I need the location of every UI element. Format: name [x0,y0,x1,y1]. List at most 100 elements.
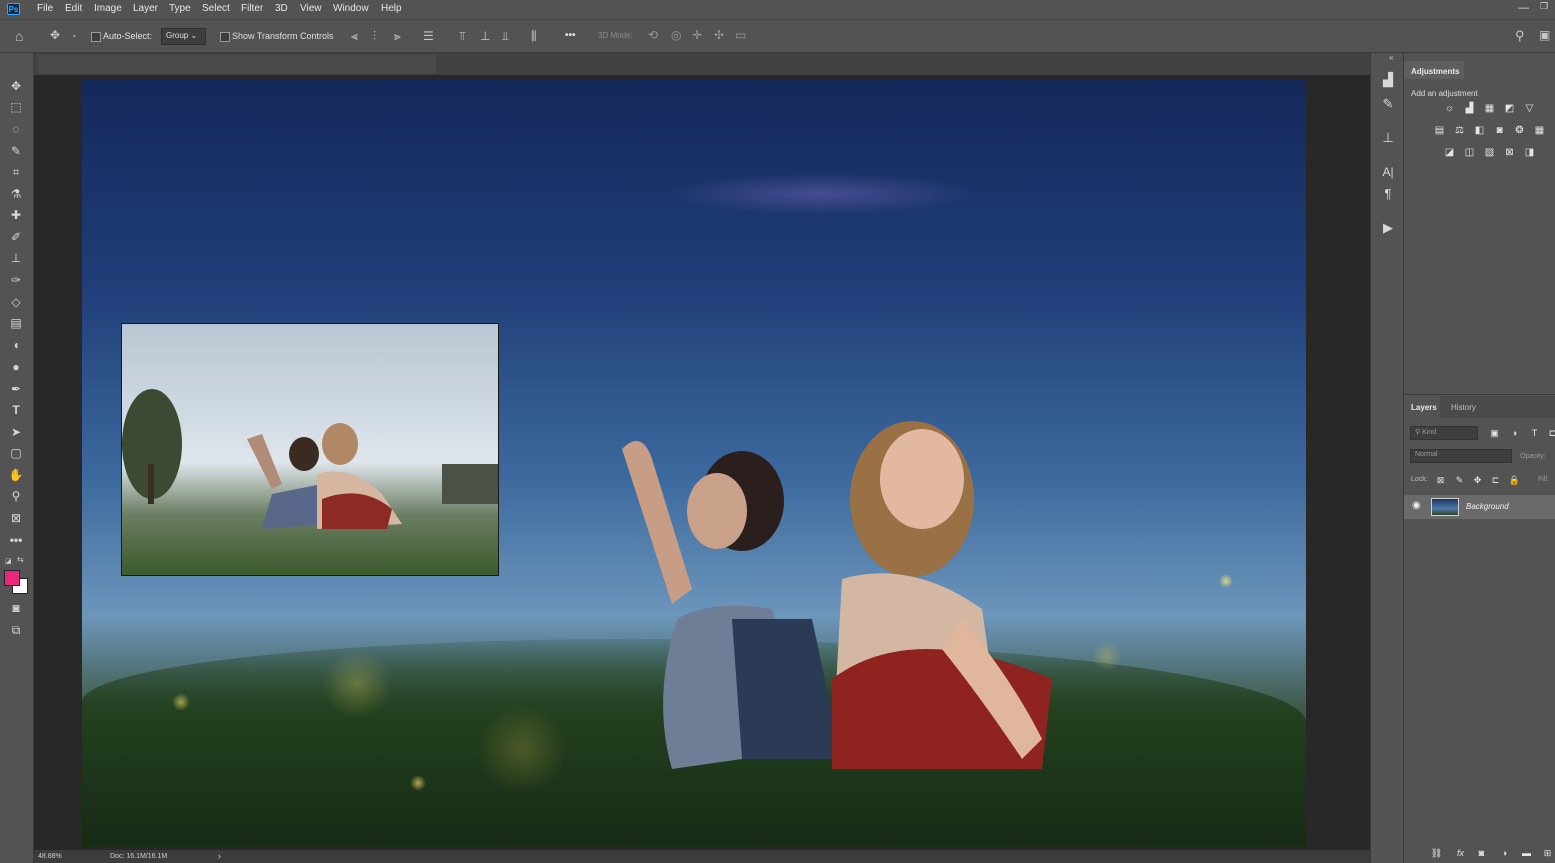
quick-mask-icon[interactable]: ◙ [6,599,26,617]
eraser-tool-icon[interactable]: ◇ [6,293,26,311]
dodge-tool-icon[interactable]: ● [6,358,26,376]
black-white-icon[interactable]: ◧ [1473,125,1486,137]
threshold-icon[interactable]: ▨ [1483,147,1496,159]
menu-help[interactable]: Help [381,3,402,14]
levels-icon[interactable]: ▟ [1463,103,1476,115]
character-icon[interactable]: A| [1379,163,1397,181]
status-menu-arrow[interactable]: › [218,851,221,861]
tab-layers[interactable]: Layers [1411,403,1437,412]
zoom-level[interactable]: 48.88% [38,853,62,860]
brush-tool-icon[interactable]: ✐ [6,228,26,246]
lock-artboard-icon[interactable]: ⊏ [1489,474,1502,486]
stamp-tool-icon[interactable]: ⊥ [6,249,26,267]
curves-icon[interactable]: ▦ [1483,103,1496,115]
path-select-tool-icon[interactable]: ➤ [6,423,26,441]
edit-toolbar-icon[interactable]: ••• [6,531,26,549]
filter-shape-icon[interactable]: ⊏ [1546,427,1555,439]
photo-filter-icon[interactable]: ◙ [1493,125,1506,137]
foreground-color-swatch[interactable] [4,570,20,586]
move-tool-icon[interactable]: ✥ [6,77,26,95]
layer-thumbnail[interactable] [1431,498,1459,516]
auto-select-checkbox[interactable] [91,32,101,42]
screen-mode-icon[interactable]: ⧉ [6,621,26,639]
distribute-icon[interactable]: ☰ [423,29,434,43]
swap-colors-icon[interactable]: ⇆ [17,555,24,564]
history-brush-tool-icon[interactable]: ✑ [6,271,26,289]
exposure-icon[interactable]: ◩ [1503,103,1516,115]
default-colors-icon[interactable]: ◪ [5,557,13,565]
menu-select[interactable]: Select [202,3,230,14]
vibrance-icon[interactable]: ▽ [1523,103,1536,115]
gradient-map-icon[interactable]: ◨ [1523,147,1536,159]
show-transform-checkbox[interactable] [220,32,230,42]
posterize-icon[interactable]: ◫ [1463,147,1476,159]
gradient-tool-icon[interactable]: ▤ [6,314,26,332]
brush-settings-icon[interactable]: ✎ [1379,95,1397,113]
hand-tool-icon[interactable]: ✋ [6,466,26,484]
quick-select-tool-icon[interactable]: ✎ [6,142,26,160]
menu-filter[interactable]: Filter [241,3,263,14]
chevron-down-icon[interactable]: ⌄ [71,30,78,39]
zoom-tool-icon[interactable]: ⚲ [6,487,26,505]
color-lookup-icon[interactable]: ▦ [1533,125,1546,137]
new-adjustment-layer-icon[interactable]: ◑ [1498,847,1511,859]
filter-pixel-icon[interactable]: ▣ [1488,427,1501,439]
distribute-vertical-icon[interactable]: ⫼ [531,29,537,44]
channel-mixer-icon[interactable]: ❂ [1513,125,1526,137]
workspace-icon[interactable]: ▣ [1539,28,1550,42]
selective-color-icon[interactable]: ⊠ [1503,147,1516,159]
document-tab[interactable] [38,55,436,73]
pen-tool-icon[interactable]: ✒ [6,380,26,398]
reference-photo-inset[interactable] [121,323,499,576]
clone-source-icon[interactable]: ⊥ [1379,129,1397,147]
menu-window[interactable]: Window [333,3,369,14]
collapse-panels-icon[interactable]: « [1389,53,1393,62]
shape-tool-icon[interactable]: ▢ [6,444,26,462]
menu-file[interactable]: File [37,3,53,14]
marquee-tool-icon[interactable]: ⬚ [6,98,26,116]
hue-saturation-icon[interactable]: ▤ [1433,125,1446,137]
lock-image-icon[interactable]: ✎ [1453,474,1466,486]
paragraph-icon[interactable]: ¶ [1379,185,1397,203]
menu-view[interactable]: View [300,3,322,14]
align-right-icon[interactable]: ⫸ [394,29,401,44]
play-action-icon[interactable]: ▶ [1379,219,1397,237]
new-layer-icon[interactable]: ⊞ [1541,847,1554,859]
auto-select-target-dropdown[interactable]: Group ⌄ [161,28,206,45]
histogram-icon[interactable]: ▟ [1379,71,1397,89]
layer-kind-filter[interactable]: ⚲ Kind [1410,426,1478,440]
search-icon[interactable]: ⚲ [1515,28,1525,44]
menu-layer[interactable]: Layer [133,3,158,14]
align-bottom-icon[interactable]: ⫫ [502,29,509,44]
move-tool-preset-icon[interactable]: ✥ [50,28,60,42]
3d-roll-icon[interactable]: ◎ [671,28,681,42]
minimize-button[interactable]: — [1518,2,1529,14]
3d-slide-icon[interactable]: ✣ [714,28,724,42]
crop-tool-icon[interactable]: ⌗ [6,163,26,181]
3d-pan-icon[interactable]: ✛ [692,28,702,42]
menu-3d[interactable]: 3D [275,3,288,14]
frame-tool-icon[interactable]: ⊠ [6,509,26,527]
layer-row-background[interactable]: ◉ Background [1404,495,1555,519]
layer-name[interactable]: Background [1466,502,1509,511]
align-center-icon[interactable]: ⫶ [373,29,376,44]
blend-mode-dropdown[interactable]: Normal [1410,449,1512,463]
type-tool-icon[interactable]: T [6,401,26,419]
blur-tool-icon[interactable]: ◖ [6,336,26,354]
lock-all-icon[interactable]: 🔒 [1508,474,1521,486]
lock-position-icon[interactable]: ✥ [1471,474,1484,486]
restore-button[interactable]: ❐ [1540,1,1548,12]
eye-icon[interactable]: ◉ [1412,500,1421,511]
eyedropper-tool-icon[interactable]: ⚗ [6,185,26,203]
filter-adjustment-icon[interactable]: ◑ [1508,427,1521,439]
align-top-icon[interactable]: ⫪ [459,29,466,44]
3d-orbit-icon[interactable]: ⟲ [648,28,658,42]
lock-transparent-icon[interactable]: ⊠ [1434,474,1447,486]
healing-brush-tool-icon[interactable]: ✚ [6,206,26,224]
align-left-icon[interactable]: ⫷ [351,29,358,44]
more-options-button[interactable]: ••• [565,30,576,41]
new-group-icon[interactable]: ▬ [1520,847,1533,859]
lasso-tool-icon[interactable]: ◌ [6,120,26,138]
brightness-contrast-icon[interactable]: ☼ [1443,103,1456,115]
filter-type-icon[interactable]: T [1528,427,1541,439]
